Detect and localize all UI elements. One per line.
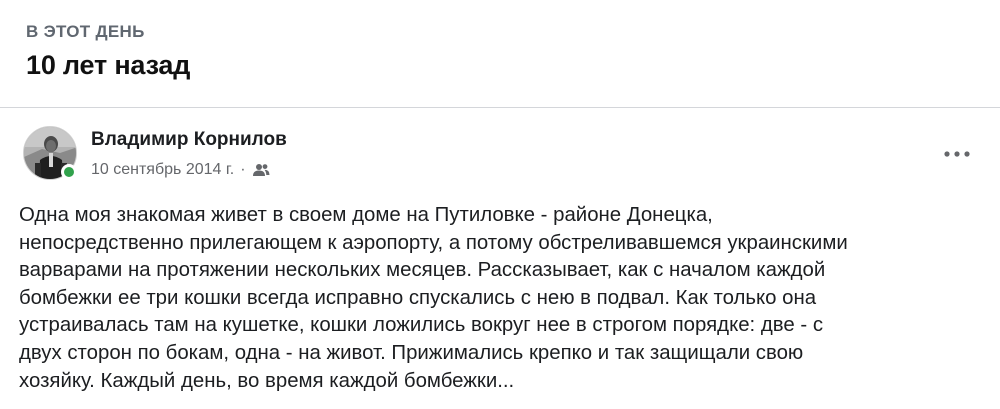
author-name[interactable]: Владимир Корнилов bbox=[91, 129, 287, 151]
memory-page: В ЭТОТ ДЕНЬ 10 лет назад Владимир Корнил… bbox=[0, 0, 1000, 409]
memory-header: В ЭТОТ ДЕНЬ 10 лет назад bbox=[26, 22, 190, 81]
post-meta: 10 сентябрь 2014 г. · bbox=[91, 161, 270, 179]
meta-separator: · bbox=[240, 161, 246, 178]
more-options-button[interactable] bbox=[940, 143, 974, 165]
divider bbox=[0, 107, 1000, 108]
friends-icon[interactable] bbox=[252, 163, 270, 177]
avatar-wrap[interactable] bbox=[23, 126, 77, 180]
memory-title: 10 лет назад bbox=[26, 50, 191, 80]
post-date[interactable]: 10 сентябрь 2014 г. bbox=[91, 161, 234, 179]
post-text: Одна моя знакомая живет в своем доме на … bbox=[19, 204, 848, 392]
more-options-icon bbox=[944, 151, 970, 157]
memory-label: В ЭТОТ ДЕНЬ bbox=[26, 22, 145, 41]
online-status-dot bbox=[61, 164, 77, 180]
